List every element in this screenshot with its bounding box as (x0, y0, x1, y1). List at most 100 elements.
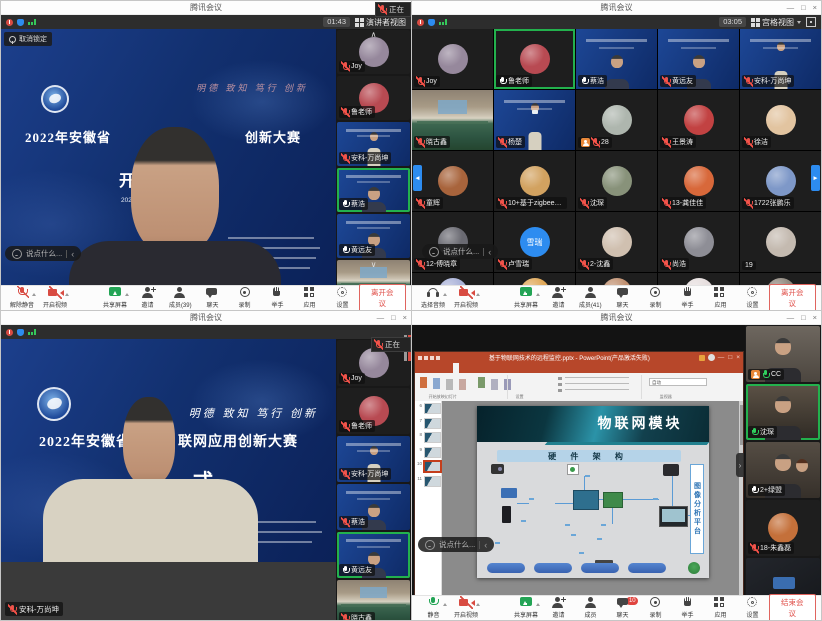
participant-tile[interactable]: 鲁老师 (337, 76, 410, 120)
filmstrip-collapse-handle[interactable]: › (736, 453, 744, 477)
slide-thumbnail[interactable]: 9 (416, 447, 440, 458)
emoji-icon[interactable] (12, 249, 22, 259)
participant-tile[interactable]: ∧ Joy (337, 30, 410, 74)
ppt-maximize-button[interactable]: □ (728, 354, 732, 361)
participant-tile[interactable]: 12-傅晓章 (412, 212, 493, 272)
participant-tile[interactable]: 徐洁 (740, 90, 821, 150)
account-avatar[interactable] (708, 354, 715, 361)
chat-quick-bubble[interactable]: 说点什么... ‹ (5, 246, 81, 261)
participant-tile[interactable]: Joy (412, 29, 493, 89)
participant-tile[interactable]: 18-朱鑫磊 (746, 500, 820, 556)
participant-tile[interactable]: 晓古鑫 (412, 90, 493, 150)
participant-tile[interactable]: 沈琛 (746, 384, 820, 440)
canvas-scrollbar[interactable] (739, 401, 743, 598)
toolbar-button[interactable]: 应用 (704, 596, 736, 620)
toolbar-button[interactable]: 举手 (672, 596, 704, 620)
toolbar-button[interactable]: 共享屏幕 (99, 286, 131, 310)
meeting-info-icon[interactable] (417, 19, 424, 26)
participant-tile[interactable]: 2-沈鑫 (576, 212, 657, 272)
chat-quick-bubble[interactable]: 说点什么... ‹ (418, 537, 494, 552)
minimize-button[interactable]: — (377, 313, 385, 322)
toolbar-button[interactable]: 10 聊天 (607, 596, 639, 620)
ppt-tab[interactable] (489, 363, 495, 373)
participant-tile[interactable]: 安科-万尚坤 (337, 122, 410, 166)
toolbar-button[interactable]: 开启视频 (449, 286, 481, 310)
toolbar-button[interactable]: 成员 (574, 596, 606, 620)
toolbar-button[interactable]: 设置 (326, 286, 358, 310)
collapse-icon[interactable]: ‹ (484, 541, 487, 549)
participant-tile[interactable]: 蔡浩 (337, 168, 410, 212)
toolbar-button[interactable]: 邀请 (542, 596, 574, 620)
toolbar-button[interactable]: 邀请 (542, 286, 574, 310)
participant-tile[interactable]: 杨楚 (494, 90, 575, 150)
toolbar-button[interactable]: 静音 (417, 596, 449, 620)
page-right-button[interactable]: ► (811, 165, 820, 191)
toolbar-button[interactable]: 举手 (261, 286, 293, 310)
participant-tile[interactable]: 19 (740, 212, 821, 272)
slide-thumbnail-image[interactable] (424, 432, 441, 443)
minimize-button[interactable]: — (787, 313, 795, 322)
ribbon-button-icons[interactable] (420, 377, 427, 388)
unpin-button[interactable]: 取消锁定 (4, 32, 52, 46)
participant-tile[interactable]: 蔡浩 (576, 29, 657, 89)
minimize-button[interactable]: — (787, 3, 795, 12)
participant-tile[interactable]: 鲁老师 (337, 388, 410, 434)
participant-tile[interactable]: 黄远友 (337, 532, 410, 578)
toolbar-button[interactable]: 应用 (704, 286, 736, 310)
slide-thumbnail-image[interactable] (424, 447, 441, 458)
participant-tile[interactable]: 蔡浩 (337, 484, 410, 530)
slide-thumbnail-image[interactable] (424, 403, 441, 414)
chat-placeholder[interactable]: 说点什么... (26, 248, 62, 259)
participant-tile[interactable]: 沈琛 (576, 151, 657, 211)
participant-tile[interactable]: 安科-万尚坤 (337, 436, 410, 482)
scroll-chevron-icon[interactable]: ∨ (371, 261, 377, 269)
slide-thumbnail[interactable]: 10 (416, 461, 440, 472)
emoji-icon[interactable] (425, 540, 435, 550)
participant-tile[interactable]: 10+基于zigbee的智能家... (494, 151, 575, 211)
maximize-button[interactable]: □ (801, 3, 806, 12)
slide-thumbnail-image[interactable] (424, 461, 441, 472)
main-video[interactable]: 取消锁定 明德 致知 笃行 创新 2022年安徽省 创新大赛 开 2022.9. (1, 29, 336, 289)
emoji-icon[interactable] (429, 247, 439, 257)
toolbar-button[interactable]: 聊天 (607, 286, 639, 310)
slide-thumbnail-image[interactable] (424, 418, 441, 429)
quick-access-toolbar-icons[interactable] (418, 356, 422, 360)
page-left-button[interactable]: ◄ (413, 165, 422, 191)
view-switch-button[interactable]: 宫格视图 (751, 17, 801, 28)
scroll-chevron-icon[interactable]: ∧ (371, 31, 377, 39)
security-shield-icon[interactable] (428, 19, 435, 26)
toolbar-button[interactable]: 共享屏幕 (510, 286, 542, 310)
toolbar-button[interactable]: 解除静音 (6, 286, 38, 310)
toolbar-button[interactable]: 录制 (639, 596, 671, 620)
participant-tile[interactable]: 王景涛 (658, 90, 739, 150)
participant-tile[interactable]: 晓古鑫 (337, 580, 410, 621)
participant-tile[interactable]: 鲁老师 (494, 29, 575, 89)
toolbar-button[interactable]: 设置 (736, 596, 768, 620)
slide-thumbnail[interactable]: 7 (416, 418, 440, 429)
participant-tile[interactable]: 尚浩 (658, 212, 739, 272)
slide-thumbnail[interactable]: 11 (416, 476, 440, 487)
participant-tile[interactable]: 雪瑞 卢雪瑞 (494, 212, 575, 272)
toolbar-button[interactable]: 开启视频 (38, 286, 70, 310)
meeting-info-icon[interactable] (6, 19, 13, 26)
slide-thumbnail[interactable]: 8 (416, 432, 440, 443)
powerpoint-window[interactable]: 基于物联网技术的远程监控.pptx - PowerPoint(产品激活失败) —… (415, 352, 743, 598)
participant-tile[interactable]: 童辉 (412, 151, 493, 211)
participant-tile[interactable]: 黄远友 (658, 29, 739, 89)
participant-tile[interactable]: 2+绿盟 (746, 442, 820, 498)
slide-thumbnail-panel[interactable]: 6 7 8 9 (415, 401, 442, 598)
ppt-minimize-button[interactable]: — (718, 354, 725, 361)
participant-tile[interactable]: 2+谢士豪 (746, 558, 820, 599)
fullscreen-icon[interactable] (806, 17, 816, 27)
leave-meeting-button[interactable]: 离开会议 (359, 284, 407, 312)
end-meeting-button[interactable]: 结束会议 (769, 594, 816, 621)
toolbar-button[interactable]: 应用 (294, 286, 326, 310)
chat-quick-bubble[interactable]: 说点什么... ‹ (422, 244, 498, 259)
main-video[interactable]: 明德 致知 笃行 创新 2022年安徽省 联网应用创新大赛 式 2022.9. … (1, 339, 336, 621)
close-button[interactable]: × (813, 3, 817, 12)
toolbar-button[interactable]: 成员(39) (164, 286, 196, 310)
toolbar-button[interactable]: 设置 (736, 286, 768, 310)
toolbar-button[interactable]: 成员(41) (574, 286, 606, 310)
toolbar-button[interactable]: 录制 (229, 286, 261, 310)
toolbar-button[interactable]: 开启视频 (449, 596, 481, 620)
